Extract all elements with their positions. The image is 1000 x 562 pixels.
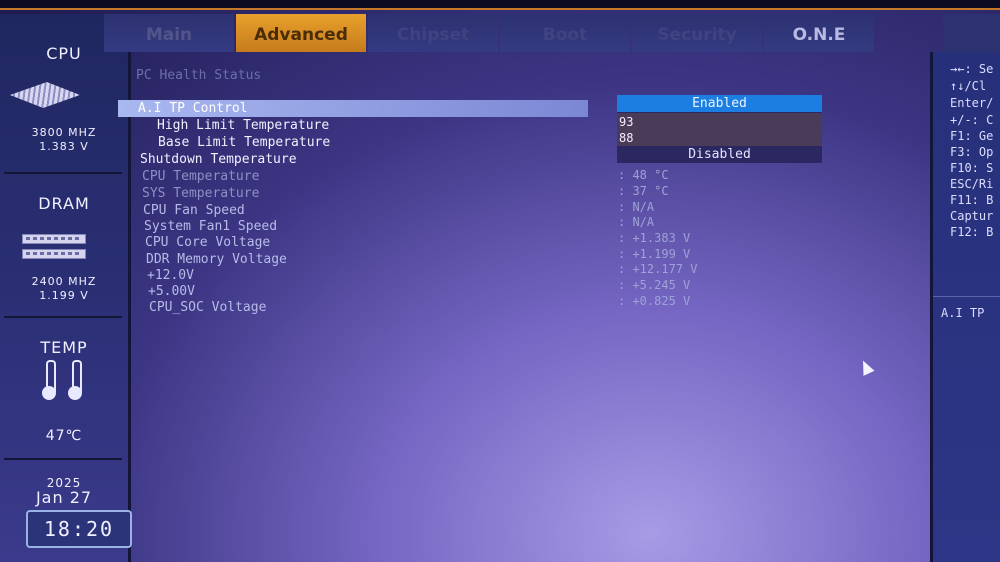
thermometer-icon [68, 360, 82, 400]
tab-main[interactable]: Main [104, 14, 234, 52]
value-sys-temperature: : 37 °C [618, 184, 669, 198]
tab-bar: Main Advanced Chipset Boot Security O.N.… [104, 14, 940, 52]
value-cpu-soc-voltage: : +0.825 V [618, 294, 691, 308]
help-line: +/-: C [950, 113, 994, 127]
temp-title: TEMP [40, 338, 88, 357]
help-divider [933, 296, 1000, 297]
high-limit-value[interactable]: 93 [619, 115, 633, 129]
dram-voltage: 1.199 V [39, 289, 89, 302]
clock: 18:20 [26, 510, 132, 548]
help-line: F12: B [950, 225, 994, 239]
help-line: →←: Se [950, 62, 994, 76]
help-line: F3: Op [950, 145, 994, 159]
setting-base-limit-temperature[interactable]: Base Limit Temperature [158, 135, 330, 150]
tab-advanced[interactable]: Advanced [236, 14, 366, 52]
help-description: A.I TP [941, 306, 985, 320]
label-cpu-temperature: CPU Temperature [142, 169, 260, 184]
label-system-fan1-speed: System Fan1 Speed [144, 219, 278, 234]
dram-frequency: 2400 MHZ [31, 275, 97, 288]
thermometer-icon [42, 360, 56, 400]
value-12v: : +12.177 V [618, 262, 698, 276]
label-ddr-memory-voltage: DDR Memory Voltage [146, 252, 287, 267]
tab-security[interactable]: Security [632, 14, 762, 52]
tab-boot[interactable]: Boot [500, 14, 630, 52]
option-disabled[interactable]: Disabled [617, 147, 822, 163]
section-title: PC Health Status [136, 68, 262, 83]
label-5v: +5.00V [148, 284, 195, 299]
base-limit-value[interactable]: 88 [619, 131, 633, 145]
label-sys-temperature: SYS Temperature [142, 186, 260, 201]
label-cpu-soc-voltage: CPU_SOC Voltage [149, 300, 267, 315]
help-line: F10: S [950, 161, 994, 175]
setting-high-limit-temperature[interactable]: High Limit Temperature [157, 118, 329, 133]
sidebar-divider [4, 316, 122, 318]
help-line: Captur [950, 209, 994, 223]
label-cpu-fan-speed: CPU Fan Speed [143, 203, 245, 218]
date-day: Jan 27 [35, 488, 93, 507]
temp-value: 47℃ [45, 428, 83, 444]
value-ddr-memory-voltage: : +1.199 V [618, 247, 691, 261]
ram-stick-icon [22, 234, 86, 244]
help-line: F1: Ge [950, 129, 994, 143]
ram-stick-icon [22, 249, 86, 259]
tab-chipset[interactable]: Chipset [368, 14, 498, 52]
setting-ai-tp-control[interactable]: A.I TP Control [138, 101, 248, 116]
help-line: Enter/ [950, 96, 994, 110]
help-line: ESC/Ri [950, 177, 994, 191]
value-cpu-fan-speed: : N/A [618, 200, 655, 214]
value-5v: : +5.245 V [618, 278, 691, 292]
tab-bar-filler [943, 14, 1000, 52]
value-cpu-temperature: : 48 °C [618, 168, 669, 182]
top-strip [0, 0, 1000, 10]
value-system-fan1-speed: : N/A [618, 215, 655, 229]
cpu-voltage: 1.383 V [39, 140, 89, 153]
sidebar-divider [4, 172, 122, 174]
label-cpu-core-voltage: CPU Core Voltage [145, 235, 271, 250]
tab-one[interactable]: O.N.E [764, 14, 874, 52]
label-12v: +12.0V [147, 268, 194, 283]
limit-values-box[interactable]: 93 88 [617, 113, 822, 146]
help-line: F11: B [950, 193, 994, 207]
setting-shutdown-temperature[interactable]: Shutdown Temperature [140, 152, 297, 167]
option-enabled[interactable]: Enabled [617, 95, 822, 112]
mouse-cursor-icon [857, 358, 875, 376]
cpu-frequency: 3800 MHZ [31, 126, 97, 139]
ai-tp-control-dropdown: Enabled 93 88 Disabled [617, 95, 822, 163]
dram-title: DRAM [38, 194, 90, 213]
help-line: ↑↓/Cl [950, 79, 987, 93]
value-cpu-core-voltage: : +1.383 V [618, 231, 691, 245]
sidebar-divider [4, 458, 122, 460]
